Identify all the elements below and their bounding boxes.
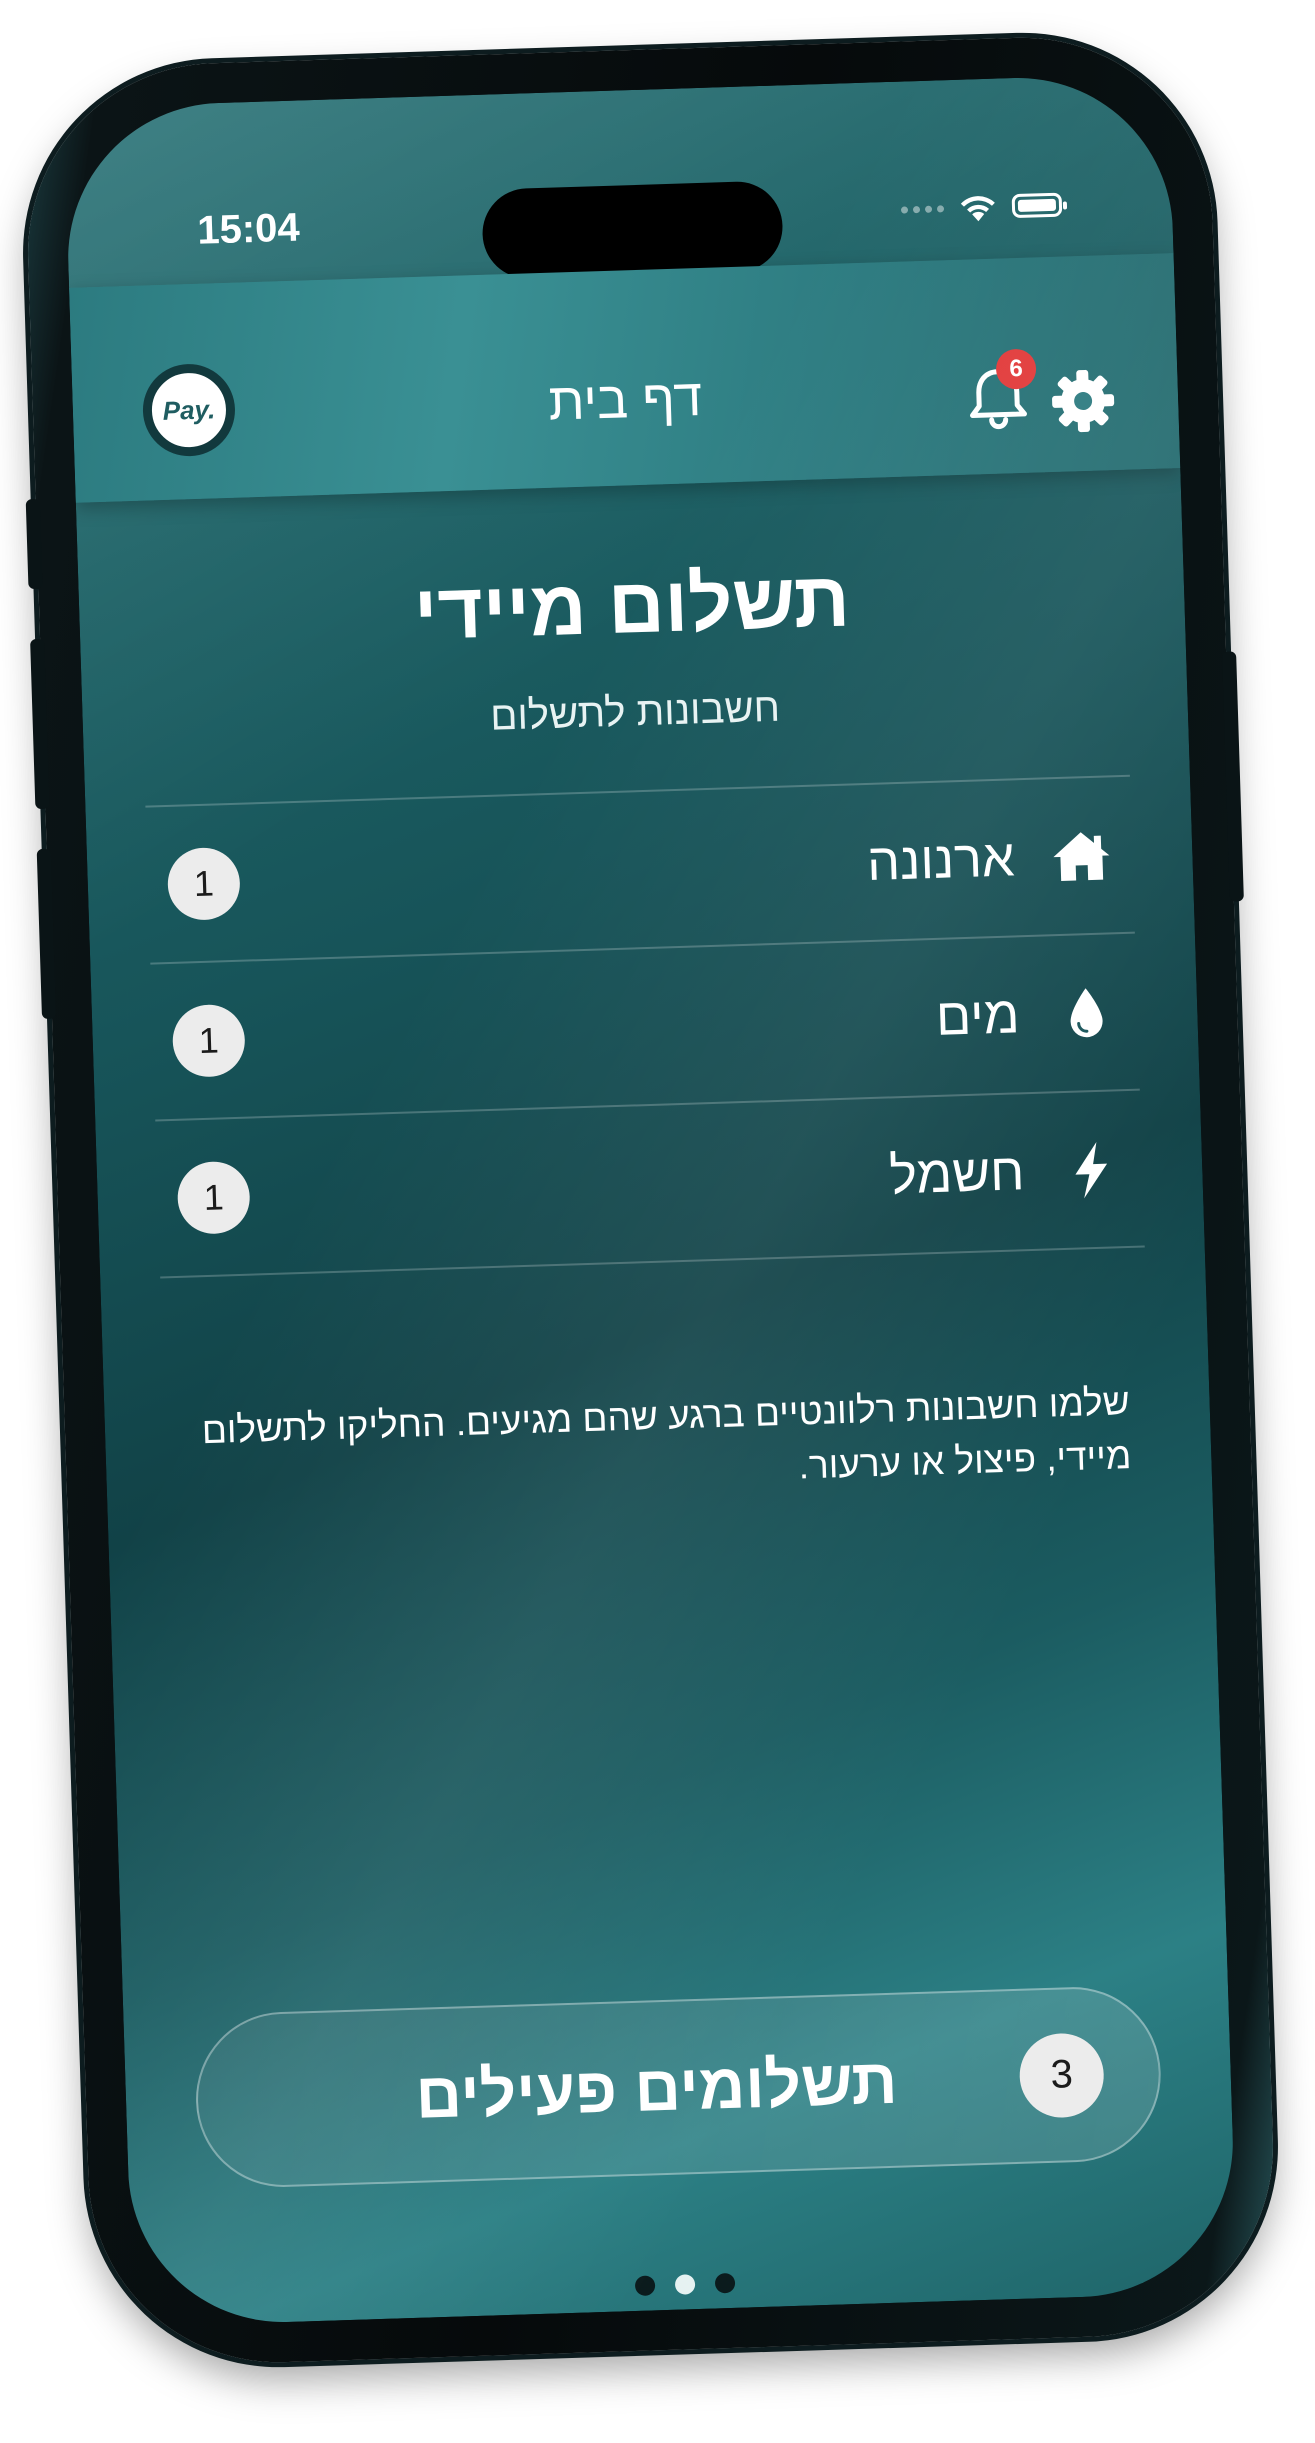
bill-row-arnona[interactable]: ארנונה 1 (145, 777, 1134, 963)
bill-count: 1 (176, 1160, 251, 1235)
bill-row-water[interactable]: מים 1 (150, 934, 1139, 1120)
bill-count: 1 (166, 846, 241, 921)
page-dot-active[interactable] (674, 2274, 695, 2295)
status-time: 15:04 (196, 205, 301, 253)
bill-label: ארנונה (866, 828, 1016, 892)
status-icons (900, 189, 1063, 226)
active-payments-count: 3 (1018, 2031, 1105, 2119)
cellular-signal-icon (900, 204, 945, 214)
bill-label: חשמל (888, 1142, 1026, 1205)
bill-label: מים (935, 985, 1021, 1047)
bills-list: ארנונה 1 מים 1 חשמל 1 (145, 774, 1145, 1279)
volume-up-button (30, 638, 50, 810)
phone-frame: 15:04 Pay. דף בית 6 תשלום מיידי חשבונות … (22, 31, 1279, 2369)
active-payments-label: תשלומים פעילים (414, 2044, 899, 2132)
active-payments-button[interactable]: 3 תשלומים פעילים (193, 1984, 1164, 2190)
page-indicator[interactable] (132, 2257, 1237, 2312)
battery-icon (1011, 192, 1063, 219)
device-mockup: 15:04 Pay. דף בית 6 תשלום מיידי חשבונות … (0, 0, 1315, 2443)
action-button (25, 498, 43, 590)
bill-count: 1 (171, 1003, 246, 1078)
water-drop-icon (1054, 981, 1118, 1045)
instant-payment-title: תשלום מיידי (412, 554, 852, 657)
power-button (1222, 651, 1244, 902)
description-text: שלמו חשבונות רלוונטיים ברגע שהם מגיעים. … (201, 1381, 1132, 1487)
bills-subtitle: חשבונות לתשלום (489, 685, 781, 739)
home-icon (1049, 824, 1113, 888)
gear-icon[interactable] (1047, 365, 1119, 437)
page-dot[interactable] (714, 2272, 735, 2294)
bill-row-electricity[interactable]: חשמל 1 (155, 1091, 1144, 1277)
volume-down-button (36, 848, 57, 1020)
dynamic-island (481, 180, 784, 280)
page-dot[interactable] (634, 2275, 655, 2297)
lightning-icon (1059, 1138, 1123, 1202)
notifications-button[interactable]: 6 (962, 348, 1037, 435)
app-header: Pay. דף בית 6 (69, 253, 1181, 503)
wifi-icon (960, 196, 995, 222)
app-screen: 15:04 Pay. דף בית 6 תשלום מיידי חשבונות … (63, 73, 1238, 2327)
